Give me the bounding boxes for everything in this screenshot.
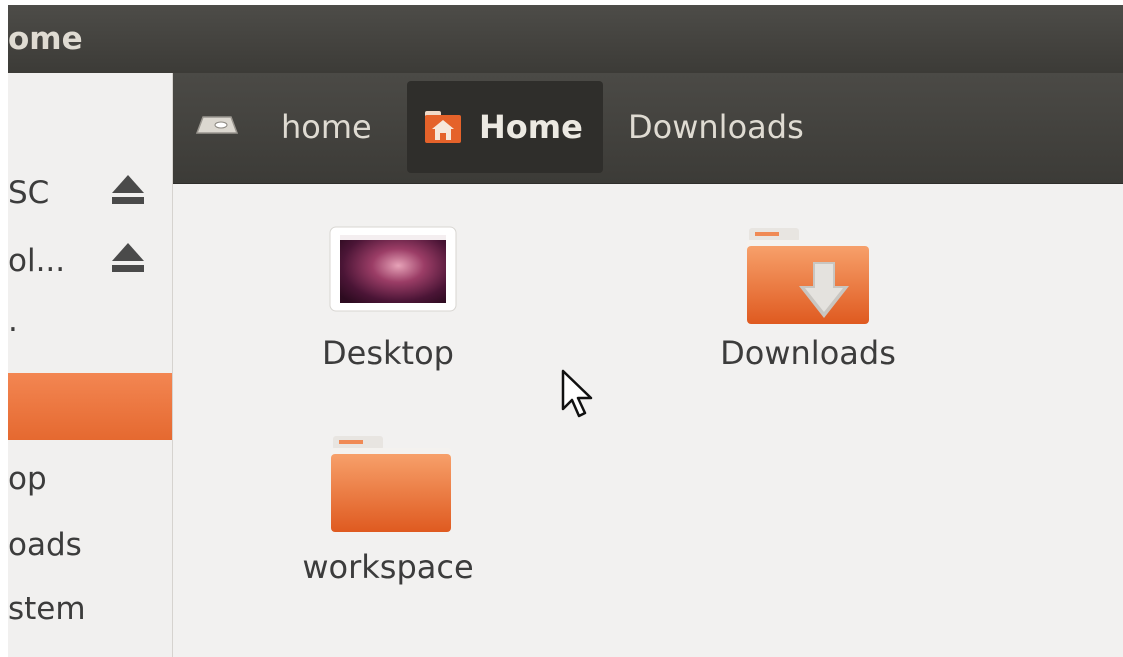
file-item-workspace[interactable]: workspace [283,414,493,594]
sidebar-item-downloads[interactable]: oads [8,523,172,567]
file-label: Downloads [720,334,896,372]
file-label: Desktop [322,334,454,372]
sidebar-item-label: . [8,303,18,339]
desktop-folder-icon [329,226,457,312]
file-item-downloads[interactable]: Downloads [703,204,913,384]
crumb-label: Home [479,108,583,146]
crumb-label: home [281,108,372,146]
sidebar-item-filesystem[interactable]: stem [8,587,172,631]
sidebar-item-desktop[interactable]: op [8,457,172,501]
home-folder-icon [425,111,461,143]
folder-icon [331,436,451,532]
sidebar-item-label: stem [8,591,86,627]
path-bar: home Home Downloads [173,73,1123,184]
eject-icon[interactable] [107,239,149,277]
drive-icon [195,116,239,134]
crumb-home-drive[interactable]: home [195,81,395,173]
sidebar-item-label: oads [8,527,82,563]
crumb-home[interactable]: Home [407,81,603,173]
title-bar: ome [8,5,1123,73]
file-view: Desktop Downloads workspace [173,184,1123,657]
sidebar-item-label: SC [8,175,50,211]
sidebar-item-home[interactable] [8,373,172,440]
file-manager-window: ome SC ol... . op oads stem home Home Do… [8,5,1123,657]
eject-icon[interactable] [107,171,149,209]
crumb-label: Downloads [628,108,804,146]
sidebar-item-label: op [8,461,47,497]
mouse-pointer-icon [561,369,593,418]
window-title: ome [8,21,83,57]
file-item-desktop[interactable]: Desktop [283,204,493,384]
file-label: workspace [302,548,474,586]
sidebar-item-label: ol... [8,243,66,279]
sidebar: SC ol... . op oads stem [8,73,173,657]
downloads-folder-icon [747,228,869,324]
crumb-downloads[interactable]: Downloads [628,81,848,173]
sidebar-item-misc[interactable]: . [8,299,172,343]
